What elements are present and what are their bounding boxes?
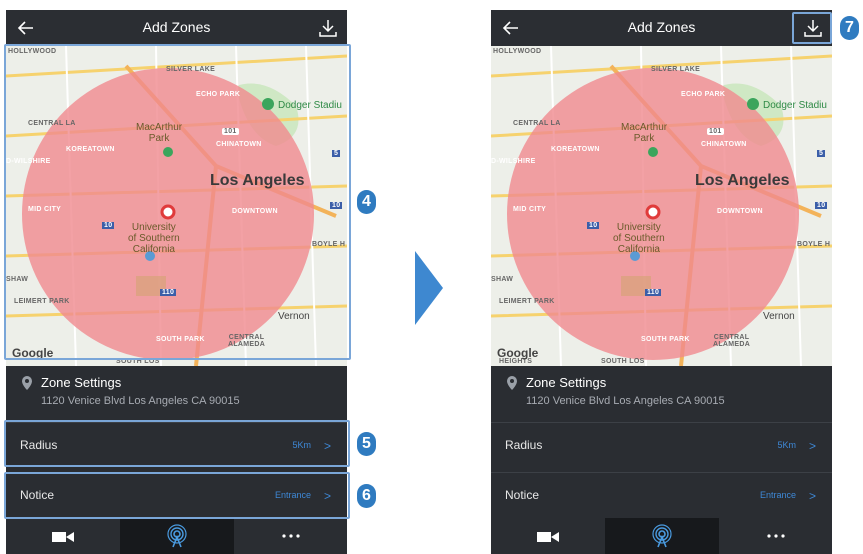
map-label-silver-lake: SILVER LAKE xyxy=(651,66,701,73)
map-label-boyle: BOYLE H xyxy=(797,241,831,248)
top-bar: Add Zones xyxy=(6,10,347,46)
radius-highlight-outline xyxy=(4,420,350,467)
map-city-label: Los Angeles xyxy=(695,172,790,189)
bottom-tab-bar xyxy=(491,518,832,554)
notice-highlight-outline xyxy=(4,472,350,519)
poi-dodger-stadium: Dodger Stadiu xyxy=(763,100,827,111)
callout-badge-5: 5 xyxy=(357,432,376,456)
map-label-chinatown: CHINATOWN xyxy=(701,141,747,148)
tab-more[interactable] xyxy=(234,518,347,554)
map-label-koreatown: KOREATOWN xyxy=(551,146,600,153)
zone-address: 1120 Venice Blvd Los Angeles CA 90015 xyxy=(41,395,240,407)
callout-badge-7: 7 xyxy=(840,16,859,40)
radius-label: Radius xyxy=(505,438,543,452)
chevron-right-icon: > xyxy=(808,439,816,453)
map-label-south-los: SOUTH LOS xyxy=(601,358,645,365)
poi-usc: University of Southern California xyxy=(613,222,665,255)
map-label-echo-park: ECHO PARK xyxy=(681,91,726,98)
map-label-central-la: CENTRAL LA xyxy=(513,120,561,127)
poi-macarthur-park: MacArthur Park xyxy=(621,122,668,144)
highway-shield-10-west: 10 xyxy=(587,222,600,229)
more-dots-icon xyxy=(282,534,300,538)
map-label-south-park: SOUTH PARK xyxy=(641,336,690,343)
map-highlight-outline xyxy=(4,44,351,360)
geofence-antenna-icon xyxy=(652,524,672,548)
radius-value: 5Km xyxy=(777,440,796,450)
location-pin-icon xyxy=(22,376,32,390)
more-dots-icon xyxy=(767,534,785,538)
map-label-wilshire: D-WILSHIRE xyxy=(491,158,536,165)
highway-shield-101: 101 xyxy=(707,128,724,135)
map-label-shaw: SHAW xyxy=(491,276,514,283)
top-bar: Add Zones xyxy=(491,10,832,46)
video-camera-icon xyxy=(52,532,74,542)
callout-badge-6: 6 xyxy=(357,484,376,508)
zone-settings-header: Zone Settings 1120 Venice Blvd Los Angel… xyxy=(491,366,832,418)
phone-screen-after: Add Zones HOLLYWOOD SILVER LAKE ECHO PAR… xyxy=(491,10,832,554)
highway-shield-5: 5 xyxy=(817,150,826,157)
page-title: Add Zones xyxy=(142,19,211,35)
video-camera-icon xyxy=(537,532,559,542)
zone-settings-title: Zone Settings xyxy=(41,375,122,390)
map-label-mid-city: MID CITY xyxy=(513,206,547,213)
notice-value: Entrance xyxy=(759,490,796,500)
radius-row[interactable]: Radius 5Km > xyxy=(491,422,832,469)
chevron-right-icon: > xyxy=(808,489,816,503)
location-pin-icon xyxy=(507,376,517,390)
tab-more[interactable] xyxy=(719,518,832,554)
notice-row[interactable]: Notice Entrance > xyxy=(491,472,832,519)
bottom-tab-bar xyxy=(6,518,347,554)
geofence-antenna-icon xyxy=(167,524,187,548)
tab-video[interactable] xyxy=(6,518,120,554)
map-label-leimert: LEIMERT PARK xyxy=(499,298,555,305)
tab-zones[interactable] xyxy=(120,518,234,554)
download-highlight-outline xyxy=(792,12,832,44)
zone-map[interactable]: HOLLYWOOD SILVER LAKE ECHO PARK CENTRAL … xyxy=(491,46,832,366)
map-label-vernon: Vernon xyxy=(763,311,795,322)
zone-settings-title: Zone Settings xyxy=(526,375,607,390)
highway-shield-110: 110 xyxy=(645,289,662,296)
map-label-central-alameda: CENTRAL ALAMEDA xyxy=(713,334,751,348)
download-icon[interactable] xyxy=(315,15,341,41)
map-label-downtown: DOWNTOWN xyxy=(717,208,763,215)
google-logo: Google xyxy=(497,346,539,360)
tab-zones[interactable] xyxy=(605,518,719,554)
next-step-arrow-icon xyxy=(415,251,443,325)
tab-video[interactable] xyxy=(491,518,605,554)
notice-label: Notice xyxy=(505,488,540,502)
zone-address: 1120 Venice Blvd Los Angeles CA 90015 xyxy=(526,395,725,407)
highway-shield-10-east: 10 xyxy=(815,202,828,209)
callout-badge-4: 4 xyxy=(357,190,376,214)
map-label-hollywood: HOLLYWOOD xyxy=(493,48,542,55)
page-title: Add Zones xyxy=(627,19,696,35)
zone-settings-header: Zone Settings 1120 Venice Blvd Los Angel… xyxy=(6,366,347,418)
